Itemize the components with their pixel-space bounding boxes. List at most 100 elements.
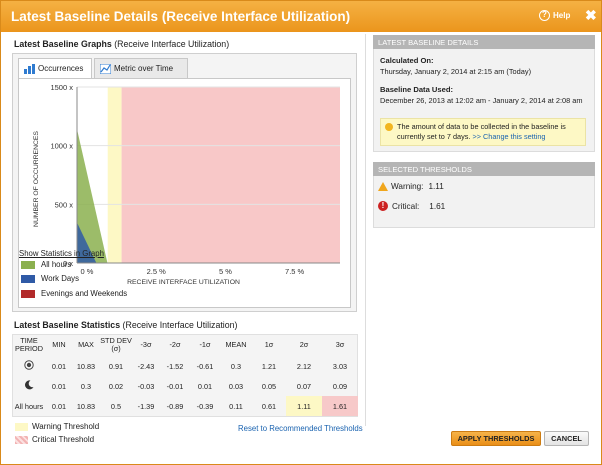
legend-evenings-weekends: Evenings and Weekends [21, 289, 127, 298]
calculated-on-value: Thursday, January 2, 2014 at 2:15 am (To… [380, 67, 532, 76]
help-icon: ? [539, 10, 550, 21]
close-icon[interactable]: ✖ [585, 7, 597, 24]
critical-threshold-legend: Critical Threshold [15, 435, 94, 444]
show-statistics-link[interactable]: Show Statistics in Graph [19, 249, 104, 258]
stats-cell: -0.39 [196, 401, 214, 411]
moon-icon [25, 380, 34, 390]
col-std-dev: STD DEV (σ) [100, 336, 132, 353]
stats-cell: 0.02 [108, 381, 124, 391]
time-period-cell [12, 376, 46, 396]
col-min: MIN [52, 340, 66, 349]
stats-cell: -1.52 [166, 361, 184, 371]
x-tick-label: 5 % [219, 267, 232, 276]
warning-swatch [15, 422, 28, 431]
panel-divider [365, 34, 366, 426]
graphs-section-title: Latest Baseline Graphs (Receive Interfac… [14, 39, 230, 49]
stats-cell: 0.09 [332, 381, 348, 391]
time-period-cell: All hours [14, 401, 44, 411]
threshold-region [107, 87, 122, 263]
critical-threshold-row: ! Critical: 1.61 [378, 201, 445, 211]
line-chart-icon [100, 64, 111, 74]
stats-cell: 0.3 [230, 361, 242, 371]
baseline-details-header: LATEST BASELINE DETAILS [373, 35, 595, 49]
stats-header-row: TIME PERIOD MIN MAX STD DEV (σ) -3σ -2σ … [12, 334, 358, 356]
col-1-sigma: 1σ [264, 340, 274, 349]
col-2-sigma: 2σ [299, 340, 309, 349]
change-setting-link[interactable]: >> Change this setting [472, 132, 545, 141]
apply-thresholds-button[interactable]: APPLY THRESHOLDS [451, 431, 541, 446]
legend-work-days: Work Days [21, 274, 79, 283]
stats-cell: -0.03 [137, 381, 155, 391]
y-axis-label: NUMBER OF OCCURRENCES [33, 131, 40, 227]
col-max: MAX [78, 340, 94, 349]
warning-threshold-legend: Warning Threshold [15, 422, 99, 431]
help-label: Help [553, 11, 571, 20]
col-minus-2-sigma: -2σ [169, 340, 181, 349]
col-time-period: TIME PERIOD [15, 336, 43, 353]
reset-thresholds-link[interactable]: Reset to Recommended Thresholds [238, 424, 363, 433]
stats-row: All hours 0.01 10.83 0.5 -1.39 -0.89 -0.39 0.11… [12, 396, 358, 416]
critical-threshold-value: 1.61 [429, 201, 446, 211]
stats-row: 0.01 10.83 0.91 -2.43 -1.52 -0.61 0.3 1.21 2.12 3… [12, 356, 358, 376]
stats-cell: -0.01 [166, 381, 184, 391]
baseline-details-dialog: Latest Baseline Details (Receive Interfa… [0, 0, 602, 465]
y-tick-label: 1500 x [50, 83, 73, 92]
occurrences-chart: 0 x500 x1000 x1500 x0 % 2.5 % 5 % 7.5 %RECE… [33, 83, 340, 286]
stats-cell: 0.11 [229, 401, 243, 411]
warning-icon [378, 182, 388, 191]
y-tick-label: 1000 x [50, 142, 73, 151]
threshold-region [121, 87, 340, 263]
col-minus-3-sigma: -3σ [140, 340, 152, 349]
stats-cell: 0.3 [80, 381, 92, 391]
x-tick-label: 0 % [81, 267, 94, 276]
bar-chart-icon [24, 64, 35, 74]
dialog-title: Latest Baseline Details (Receive Interfa… [11, 9, 351, 24]
stats-cell: 0.5 [110, 401, 122, 411]
warning-threshold-row: Warning: 1.11 [378, 182, 444, 191]
stats-row: 0.01 0.3 0.02 -0.03 -0.01 0.01 0.03 0.05 0.07 0.0… [12, 376, 358, 396]
time-period-cell [12, 356, 46, 376]
legend-swatch [21, 274, 35, 283]
stats-cell: 0.03 [228, 381, 244, 391]
stats-cell: 0.05 [261, 381, 277, 391]
stats-cell: -1.39 [137, 401, 155, 411]
legend-swatch [21, 260, 35, 269]
col-mean: MEAN [225, 340, 247, 349]
stats-cell: -0.61 [196, 361, 214, 371]
stats-cell: -2.43 [137, 361, 155, 371]
legend-swatch [21, 289, 35, 298]
baseline-data-used-value: December 26, 2013 at 12:02 am - January … [380, 96, 583, 105]
help-button[interactable]: ? Help [539, 10, 570, 21]
stats-cell: 0.01 [197, 381, 213, 391]
stats-cell: 1.21 [261, 361, 277, 371]
baseline-duration-note: The amount of data to be collected in th… [380, 118, 586, 146]
stats-cell: 0.07 [296, 381, 312, 391]
stats-cell[interactable]: 1.11 [286, 396, 322, 416]
tab-occurrences[interactable]: Occurrences [18, 58, 92, 79]
stats-cell: 3.03 [332, 361, 348, 371]
tab-metric-over-time[interactable]: Metric over Time [94, 58, 188, 78]
stats-cell: -0.89 [166, 401, 184, 411]
x-tick-label: 2.5 % [147, 267, 167, 276]
sun-icon [24, 360, 34, 370]
col-minus-1-sigma: -1σ [199, 340, 211, 349]
x-tick-label: 7.5 % [285, 267, 305, 276]
stats-cell: 2.12 [296, 361, 312, 371]
stats-cell: 0.01 [51, 401, 67, 411]
baseline-data-used-label: Baseline Data Used: [380, 85, 454, 94]
cancel-button[interactable]: CANCEL [544, 431, 589, 446]
selected-thresholds-header: SELECTED THRESHOLDS [373, 162, 595, 176]
lightbulb-icon [385, 123, 393, 131]
stats-section-title: Latest Baseline Statistics (Receive Inte… [14, 320, 238, 330]
stats-cell: 0.01 [51, 361, 67, 371]
warning-threshold-value: 1.11 [428, 182, 444, 191]
legend-all-hours: All hours [21, 260, 71, 269]
title-bar: Latest Baseline Details (Receive Interfa… [1, 1, 601, 32]
stats-cell: 10.83 [76, 361, 96, 371]
stats-cell[interactable]: 1.61 [322, 396, 358, 416]
col-3-sigma: 3σ [335, 340, 345, 349]
critical-swatch [15, 435, 28, 444]
calculated-on-label: Calculated On: [380, 56, 434, 65]
y-tick-label: 500 x [55, 200, 74, 209]
x-axis-label: RECEIVE INTERFACE UTILIZATION [127, 279, 240, 286]
